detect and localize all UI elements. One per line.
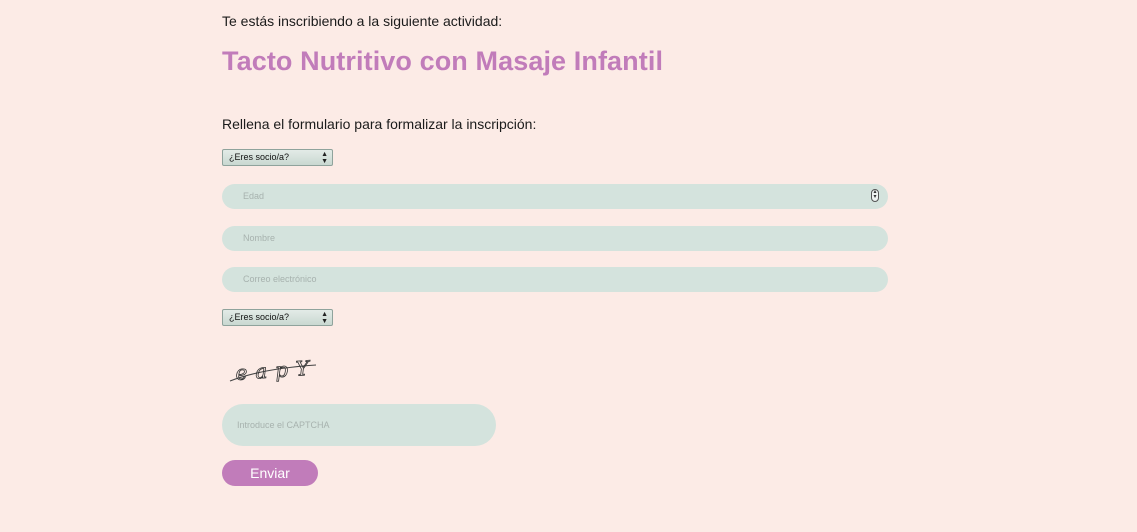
- name-input-placeholder: Nombre: [243, 233, 276, 243]
- select-arrows-icon: ▲ ▼: [321, 310, 328, 325]
- captcha-input[interactable]: Introduce el CAPTCHA: [222, 404, 496, 446]
- member-select-2-value: ¿Eres socio/a?: [229, 312, 290, 322]
- age-input-placeholder: Edad: [243, 191, 265, 201]
- member-select-1[interactable]: ¿Eres socio/a? ▲ ▼: [222, 149, 333, 166]
- select-arrows-icon: ▲ ▼: [321, 150, 328, 165]
- email-input[interactable]: Correo electrónico: [222, 267, 888, 292]
- name-input[interactable]: Nombre: [222, 226, 888, 251]
- captcha-input-placeholder: Introduce el CAPTCHA: [237, 420, 330, 430]
- registration-page: Te estás inscribiendo a la siguiente act…: [0, 0, 1137, 532]
- member-select-1-value: ¿Eres socio/a?: [229, 152, 290, 162]
- captcha-image: eapY: [229, 355, 318, 385]
- member-select-2[interactable]: ¿Eres socio/a? ▲ ▼: [222, 309, 333, 326]
- number-spinner-icon[interactable]: ▴ ▾: [871, 189, 879, 202]
- activity-title: Tacto Nutritivo con Masaje Infantil: [222, 46, 664, 76]
- activity-intro-text: Te estás inscribiendo a la siguiente act…: [222, 13, 503, 29]
- captcha-text: eapY: [235, 355, 318, 385]
- age-input[interactable]: Edad ▴ ▾: [222, 184, 888, 209]
- email-input-placeholder: Correo electrónico: [243, 274, 317, 284]
- form-intro-text: Rellena el formulario para formalizar la…: [222, 116, 537, 132]
- submit-button[interactable]: Enviar: [222, 460, 318, 486]
